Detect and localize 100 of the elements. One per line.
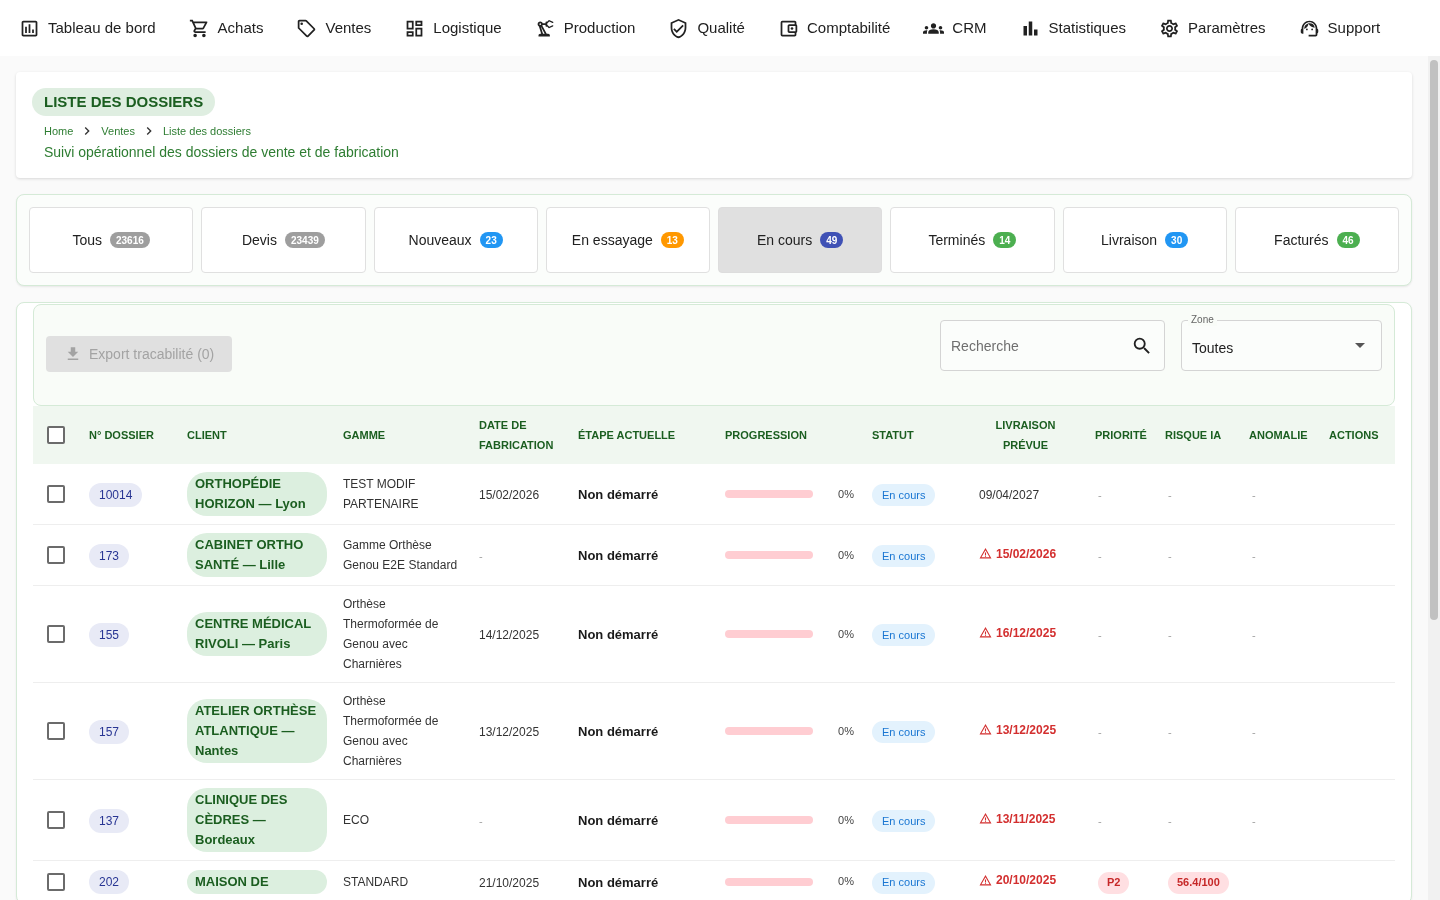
gamme-text: TEST MODIF PARTENAIRE	[343, 476, 420, 513]
fabrication-date: 13/12/2025	[479, 725, 540, 739]
tab-count: 46	[1336, 232, 1360, 248]
nav-link[interactable]: Tableau de bord	[11, 10, 164, 46]
gamme-text: ECO	[343, 812, 370, 829]
empty-dash: -	[1098, 489, 1102, 501]
nav-link[interactable]: Achats	[180, 10, 272, 46]
dossier-number: 137	[89, 808, 130, 833]
row-checkbox[interactable]	[47, 485, 65, 503]
column-header: CLIENT	[187, 428, 228, 443]
status-tab[interactable]: Nouveaux 23	[373, 207, 538, 273]
tab-count: 23439	[284, 232, 325, 248]
nav-link[interactable]: Qualité	[660, 10, 753, 46]
current-step: Non démarré	[578, 627, 659, 642]
dossier-number: 155	[89, 622, 130, 647]
status-tab[interactable]: Devis 23439	[201, 207, 366, 273]
warning-icon	[979, 626, 992, 639]
empty-dash: -	[1168, 629, 1172, 641]
caret-icon	[1355, 343, 1365, 348]
tab-count: 30	[1165, 232, 1189, 248]
gamme-text: Gamme Orthèse Genou E2E Standard	[343, 537, 459, 574]
empty-dash: -	[1252, 550, 1256, 562]
empty-dash: -	[1168, 726, 1172, 738]
client-tag: ATELIER ORTHÈSE ATLANTIQUE — Nantes	[187, 699, 327, 763]
select-all-checkbox[interactable]	[47, 426, 65, 444]
column-header: N° DOSSIER	[89, 428, 155, 443]
breadcrumb-current: Liste des dossiers	[163, 123, 252, 139]
status-tab[interactable]: En cours 49	[718, 207, 883, 273]
empty-dash: -	[1252, 489, 1256, 501]
current-step: Non démarré	[578, 548, 659, 563]
status-pill: En cours	[872, 545, 936, 568]
nav-link[interactable]: Paramètres	[1151, 10, 1274, 46]
dossier-number: 202	[89, 870, 130, 894]
late-delivery-date: 13/12/2025	[979, 720, 1057, 739]
row-checkbox[interactable]	[47, 811, 65, 829]
warning-icon	[979, 873, 992, 887]
scrollbar-thumb[interactable]	[1430, 60, 1438, 620]
status-tab[interactable]: Tous 23616	[29, 207, 194, 273]
current-step: Non démarré	[578, 813, 659, 828]
client-tag: MAISON DE	[187, 869, 327, 894]
breadcrumb-link[interactable]: Home	[44, 122, 74, 140]
column-header: ACTIONS	[1329, 428, 1380, 443]
dossier-number: 10014	[89, 482, 143, 507]
late-delivery-date: 20/10/2025	[979, 871, 1057, 889]
status-tab[interactable]: En essayage 13	[545, 207, 710, 273]
delivery-date: 09/04/2027	[979, 487, 1040, 504]
warning-icon	[979, 723, 992, 736]
progress-percent: 0%	[838, 874, 854, 890]
dossier-number: 173	[89, 543, 130, 568]
client-tag: CLINIQUE DES CÈDRES — Bordeaux	[187, 788, 327, 852]
nav-link[interactable]: CRM	[915, 10, 995, 46]
tab-count: 23616	[110, 232, 150, 248]
empty-dash: -	[479, 550, 483, 562]
tab-count: 23	[479, 232, 503, 248]
nav-link[interactable]: Support	[1290, 10, 1389, 46]
client-tag: CABINET ORTHO SANTÉ — Lille	[187, 533, 327, 577]
status-tab[interactable]: Livraison 30	[1062, 207, 1227, 273]
search-field[interactable]: Recherche	[940, 320, 1165, 371]
late-delivery-date: 13/11/2025	[979, 809, 1056, 828]
gamme-text: STANDARD	[343, 873, 410, 891]
row-checkbox[interactable]	[47, 625, 65, 643]
row-checkbox[interactable]	[47, 872, 65, 891]
current-step: Non démarré	[578, 874, 659, 890]
empty-dash: -	[1098, 726, 1102, 738]
status-pill: En cours	[872, 871, 936, 894]
column-header: PRIORITÉ	[1095, 428, 1147, 443]
column-header: ANOMALIE	[1249, 428, 1309, 443]
column-header: DATE DE FABRICATION	[479, 418, 555, 453]
status-pill: En cours	[872, 810, 936, 833]
nav-link[interactable]: Comptabilité	[769, 10, 899, 46]
breadcrumb-link[interactable]: Ventes	[101, 122, 135, 140]
status-tab[interactable]: Terminés 14	[890, 207, 1055, 273]
current-step: Non démarré	[578, 724, 659, 739]
nav-link[interactable]: Ventes	[288, 10, 380, 46]
empty-dash: -	[1098, 629, 1102, 641]
row-checkbox[interactable]	[47, 546, 65, 564]
page-subtitle: Suivi opérationnel des dossiers de vente et de fabrication	[43, 143, 400, 162]
status-tab[interactable]: Facturés 46	[1234, 207, 1399, 273]
dossier-number: 157	[89, 719, 130, 744]
empty-dash: -	[1252, 726, 1256, 738]
fabrication-date: 21/10/2025	[479, 875, 540, 890]
fabrication-date: 14/12/2025	[479, 628, 540, 642]
nav-link[interactable]: Production	[526, 10, 644, 46]
cart-icon	[188, 17, 210, 39]
nav-link[interactable]: Statistiques	[1011, 10, 1135, 46]
gamme-text: Orthèse Thermoformée de Genou avec Charnières	[343, 693, 440, 770]
nav-link[interactable]: Logistique	[396, 10, 510, 46]
status-pill: En cours	[872, 721, 936, 744]
column-header: PROGRESSION	[725, 428, 808, 443]
progress-percent: 0%	[838, 486, 854, 502]
tab-count: 13	[660, 232, 684, 248]
status-pill: En cours	[872, 624, 936, 647]
tab-count: 49	[820, 232, 844, 248]
empty-dash: -	[1168, 550, 1172, 562]
row-checkbox[interactable]	[47, 722, 65, 740]
settings-icon	[1159, 17, 1181, 39]
priority-tag: P2	[1098, 871, 1130, 894]
column-header: GAMME	[343, 428, 387, 443]
warning-icon	[979, 547, 992, 560]
empty-dash: -	[1098, 815, 1102, 827]
